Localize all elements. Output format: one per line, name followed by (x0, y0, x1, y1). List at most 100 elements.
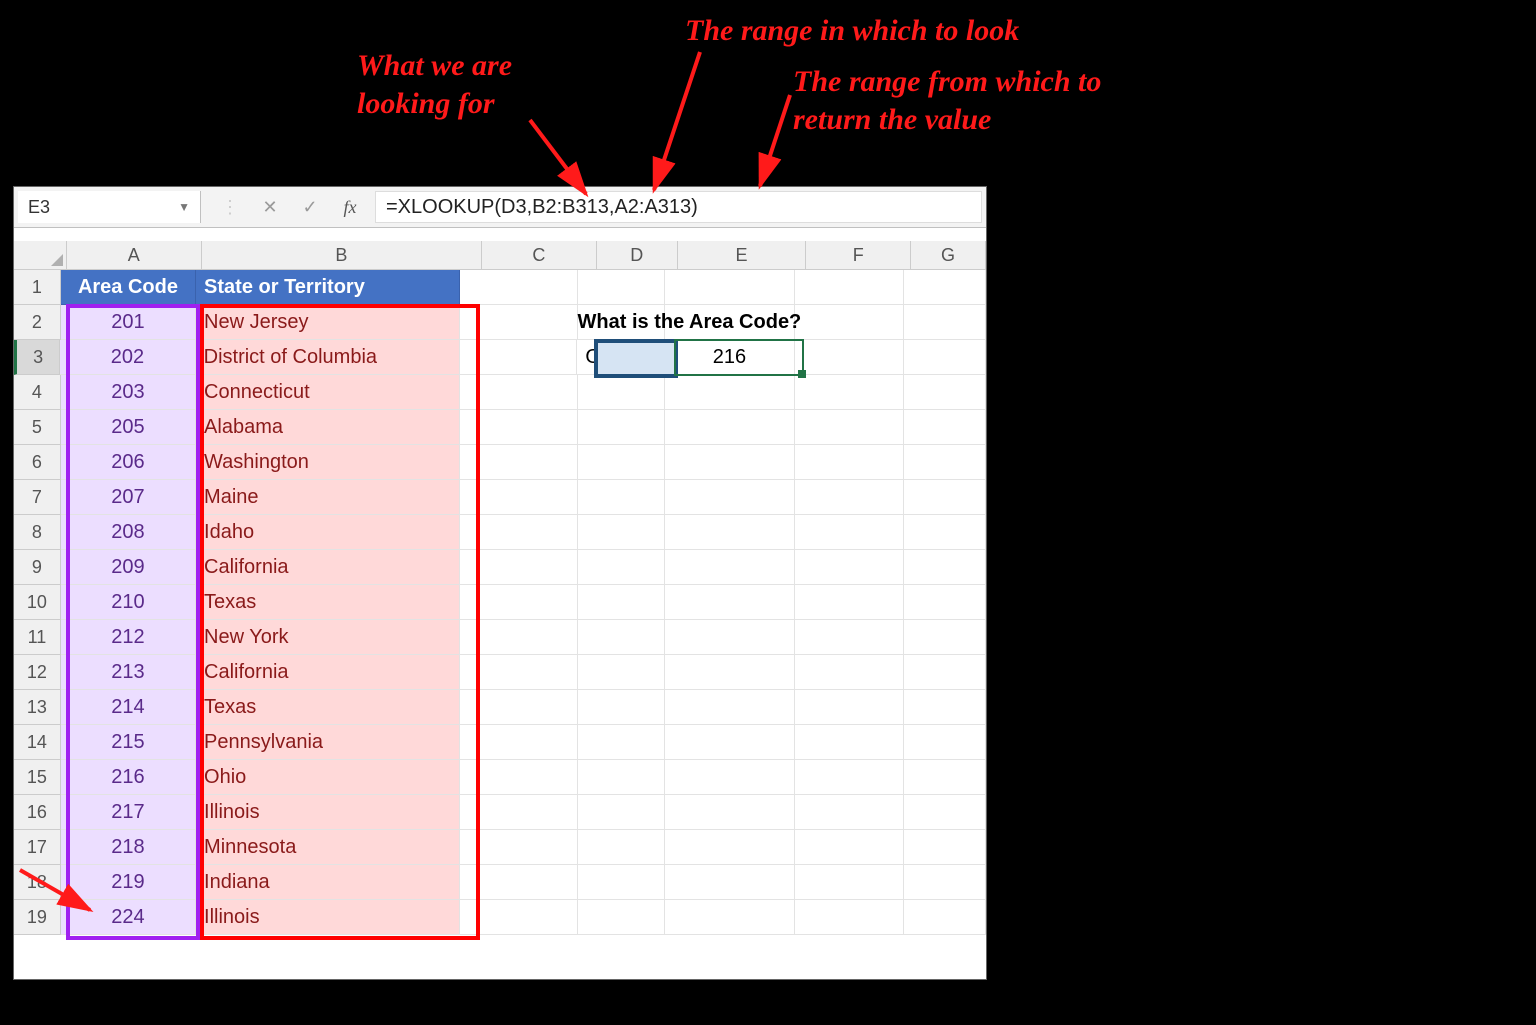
cell[interactable] (904, 725, 986, 760)
cell[interactable] (904, 585, 986, 620)
cell-state[interactable]: Illinois (196, 795, 460, 830)
cell[interactable] (460, 550, 578, 585)
confirm-icon[interactable]: ✓ (299, 197, 321, 218)
row-header[interactable]: 10 (14, 585, 61, 620)
cell-state[interactable]: California (196, 550, 460, 585)
cell[interactable] (578, 655, 666, 690)
cell[interactable] (578, 375, 666, 410)
cell[interactable] (795, 725, 904, 760)
cell-state[interactable]: Texas (196, 585, 460, 620)
cell[interactable] (904, 655, 986, 690)
row-header[interactable]: 6 (14, 445, 61, 480)
cell-area-code[interactable]: 203 (61, 375, 196, 410)
row-header[interactable]: 12 (14, 655, 61, 690)
cell[interactable] (460, 900, 578, 935)
cell[interactable] (460, 480, 578, 515)
cell[interactable] (578, 515, 666, 550)
cell-area-code[interactable]: 201 (61, 305, 196, 340)
cell[interactable] (795, 655, 904, 690)
cell[interactable] (665, 585, 795, 620)
cell[interactable] (578, 725, 666, 760)
cell-state[interactable]: Maine (196, 480, 460, 515)
row-header[interactable]: 4 (14, 375, 61, 410)
row-header[interactable]: 14 (14, 725, 61, 760)
cell[interactable] (460, 445, 578, 480)
cell-state[interactable]: Connecticut (196, 375, 460, 410)
col-header[interactable]: D (597, 241, 678, 269)
cell[interactable] (904, 690, 986, 725)
cell[interactable] (795, 865, 904, 900)
row-header[interactable]: 9 (14, 550, 61, 585)
cell[interactable] (665, 480, 795, 515)
cell[interactable] (904, 620, 986, 655)
cell-area-code[interactable]: 224 (61, 900, 196, 935)
cell[interactable] (460, 865, 578, 900)
cell[interactable] (795, 305, 904, 340)
row-header[interactable]: 16 (14, 795, 61, 830)
cell[interactable] (795, 340, 904, 375)
cell[interactable] (665, 410, 795, 445)
cell-area-code[interactable]: 212 (61, 620, 196, 655)
cell[interactable] (460, 270, 578, 305)
cell[interactable] (795, 900, 904, 935)
cell[interactable] (665, 515, 795, 550)
cell[interactable] (578, 550, 666, 585)
cell[interactable] (795, 620, 904, 655)
cell[interactable] (795, 690, 904, 725)
cell[interactable] (904, 270, 986, 305)
cell[interactable] (460, 375, 578, 410)
cell-area-code[interactable]: 210 (61, 585, 196, 620)
row-header[interactable]: 3 (14, 340, 60, 375)
cell[interactable] (904, 375, 986, 410)
cell[interactable] (578, 410, 666, 445)
cell-state[interactable]: Idaho (196, 515, 460, 550)
cell[interactable] (578, 900, 666, 935)
cell[interactable] (460, 305, 578, 340)
cell-state[interactable]: Ohio (196, 760, 460, 795)
cell-state[interactable]: District of Columbia (196, 340, 460, 375)
row-header[interactable]: 2 (14, 305, 61, 340)
cell[interactable] (795, 375, 904, 410)
cell[interactable] (795, 270, 904, 305)
cell[interactable] (578, 620, 666, 655)
cell-state[interactable]: New Jersey (196, 305, 460, 340)
cell[interactable]: What is the Area Code? (578, 305, 666, 340)
cell[interactable] (460, 515, 578, 550)
cell[interactable] (795, 760, 904, 795)
cell-state[interactable]: Texas (196, 690, 460, 725)
cell[interactable] (665, 830, 795, 865)
cell[interactable] (578, 690, 666, 725)
cell[interactable] (665, 725, 795, 760)
cell[interactable] (904, 795, 986, 830)
cell-area-code[interactable]: 218 (61, 830, 196, 865)
cell-area-code[interactable]: 208 (61, 515, 196, 550)
col-header[interactable]: G (911, 241, 986, 269)
cell-state[interactable]: Illinois (196, 900, 460, 935)
cell[interactable] (665, 795, 795, 830)
row-header[interactable]: 11 (14, 620, 61, 655)
cell[interactable] (904, 410, 986, 445)
cell[interactable] (460, 690, 578, 725)
col-header[interactable]: A (67, 241, 202, 269)
cell-area-code[interactable]: 202 (60, 340, 195, 375)
col-header[interactable]: F (806, 241, 911, 269)
cell[interactable] (665, 690, 795, 725)
name-box[interactable]: E3 ▼ (18, 191, 201, 223)
cell[interactable] (578, 865, 666, 900)
row-header[interactable]: 7 (14, 480, 61, 515)
cell[interactable] (460, 760, 578, 795)
cancel-icon[interactable]: ✕ (259, 197, 281, 218)
cell[interactable] (665, 550, 795, 585)
header-state[interactable]: State or Territory (196, 270, 460, 305)
cell-state[interactable]: Alabama (196, 410, 460, 445)
row-header[interactable]: 18 (14, 865, 61, 900)
cell[interactable] (795, 585, 904, 620)
col-header[interactable]: E (678, 241, 807, 269)
cell-state[interactable]: Washington (196, 445, 460, 480)
cell[interactable] (460, 830, 578, 865)
col-header[interactable]: C (482, 241, 597, 269)
row-header[interactable]: 5 (14, 410, 61, 445)
cell-state[interactable]: New York (196, 620, 460, 655)
cell[interactable] (665, 620, 795, 655)
select-all-corner[interactable] (14, 241, 67, 269)
